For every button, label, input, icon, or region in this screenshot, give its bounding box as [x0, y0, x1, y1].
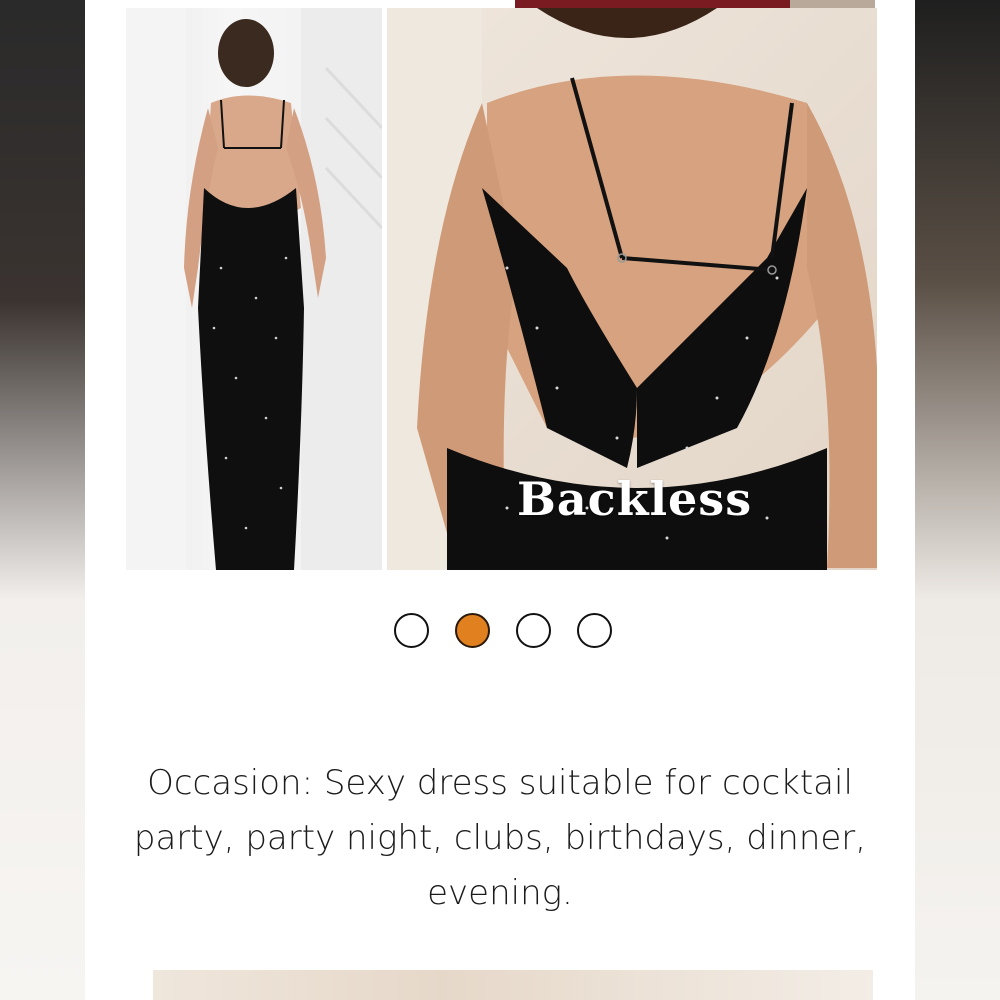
product-image-full-back-view[interactable] — [126, 8, 382, 570]
carousel-pagination — [394, 613, 612, 648]
dress-figure-illustration — [126, 8, 382, 570]
product-image-backless-closeup[interactable]: Backless — [387, 8, 877, 570]
carousel-dot-4[interactable] — [577, 613, 612, 648]
blurred-background-left — [0, 0, 85, 1000]
image-overlay-label: Backless — [517, 472, 753, 526]
product-description: Occasion: Sexy dress suitable for cockta… — [133, 763, 867, 913]
next-image-preview[interactable] — [153, 970, 873, 1000]
previous-image-edge-secondary — [790, 0, 875, 8]
blurred-background-right — [915, 0, 1000, 1000]
carousel-dot-2-active[interactable] — [455, 613, 490, 648]
carousel-dot-3[interactable] — [516, 613, 551, 648]
carousel-dot-1[interactable] — [394, 613, 429, 648]
product-detail-card: Backless Occasion: Sexy dress suitable f… — [85, 0, 915, 1000]
